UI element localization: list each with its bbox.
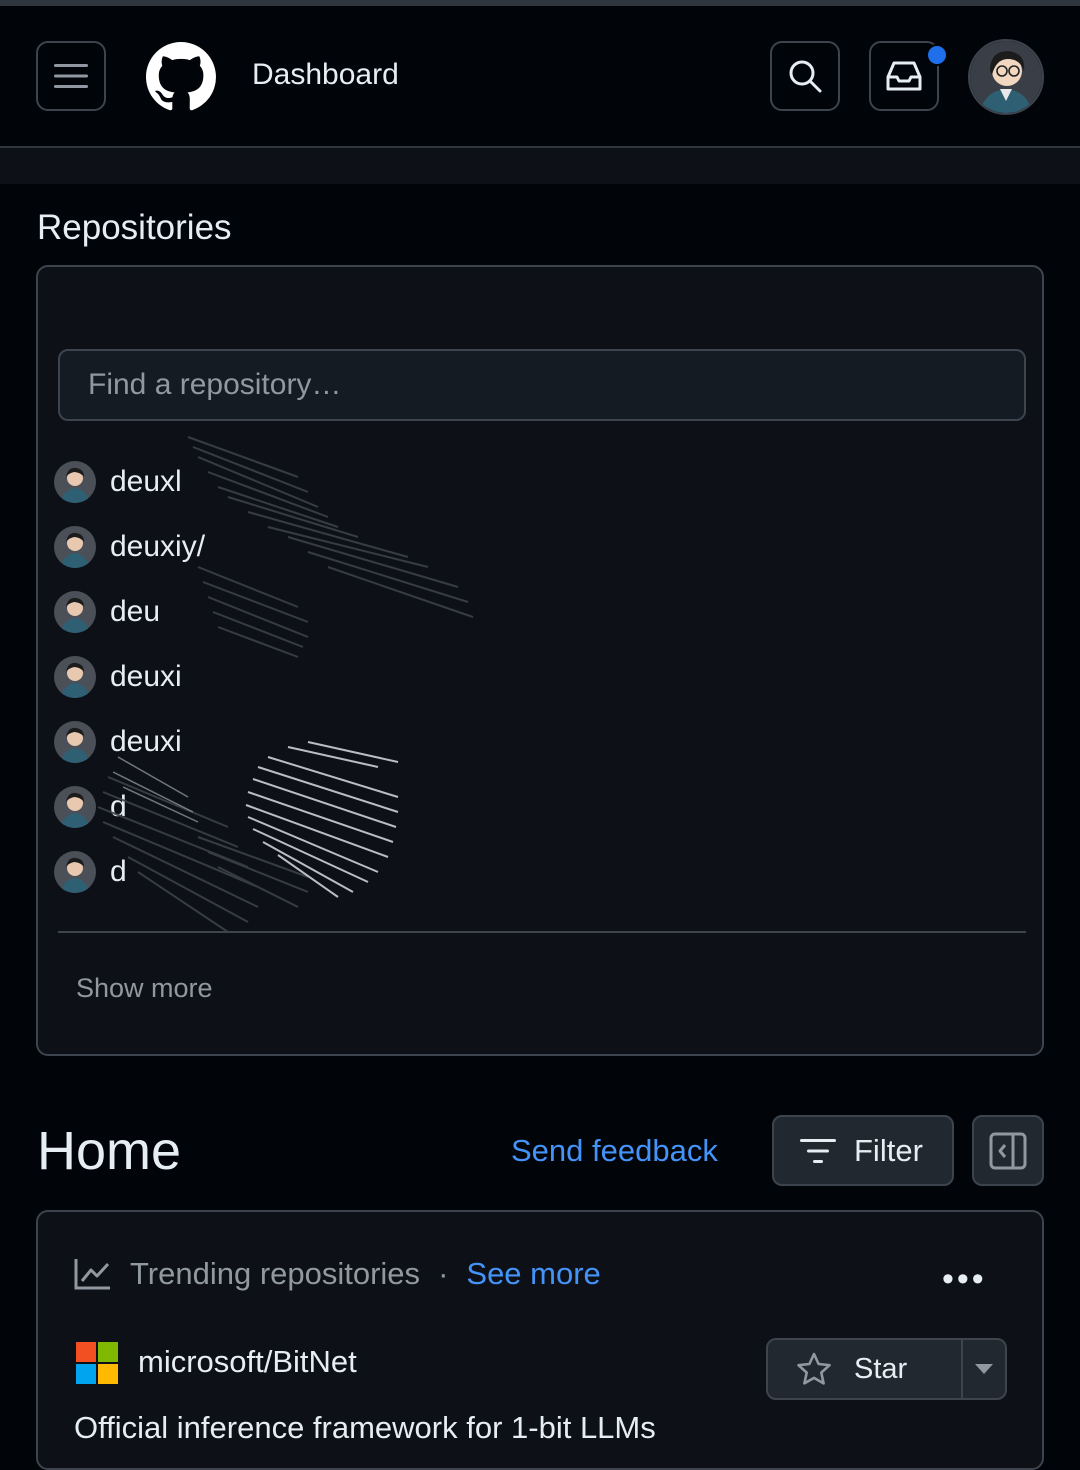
repositories-heading: Repositories [37,208,232,247]
repository-item[interactable]: deuxi [54,652,182,702]
trending-label: Trending repositories [130,1256,421,1291]
inbox-icon [886,61,922,91]
more-options-icon[interactable]: ••• [942,1260,987,1299]
repo-owner-avatar [54,656,96,698]
filter-label: Filter [854,1132,923,1168]
repository-name: deuxiy/ [110,530,206,563]
star-icon [797,1352,831,1385]
repository-item[interactable]: deuxi [54,717,182,767]
toggle-sidebar-button[interactable] [972,1115,1044,1186]
see-more-link[interactable]: See more [466,1256,600,1292]
notification-indicator [926,44,948,66]
repositories-card: deuxl deuxiy/ deu deuxi deuxi d d [36,265,1044,1056]
repository-item[interactable]: deuxl [54,457,182,507]
user-avatar[interactable] [968,39,1044,115]
graph-icon [74,1259,110,1290]
search-button[interactable] [770,41,840,111]
repository-name: deuxi [110,725,182,758]
page-title: Dashboard [252,58,399,91]
trending-header: Trending repositories · See more [74,1256,601,1292]
separator-dot: · [438,1256,449,1291]
home-heading: Home [37,1121,182,1181]
search-icon [789,60,822,93]
repository-item[interactable]: d [54,782,127,832]
repository-item[interactable]: deuxiy/ [54,522,205,572]
star-dropdown-button[interactable] [963,1340,1005,1398]
trending-repo-name[interactable]: microsoft/BitNet [138,1344,357,1380]
repository-name: deu [110,595,161,628]
trending-repo-description: Official inference framework for 1-bit L… [74,1410,656,1445]
hamburger-icon [54,64,88,88]
github-logo-icon[interactable] [146,42,216,112]
repository-item[interactable]: d [54,847,127,897]
menu-button[interactable] [36,41,106,111]
star-button-group: Star [766,1338,1007,1400]
avatar-illustration [970,41,1042,113]
star-label: Star [854,1352,908,1385]
star-button[interactable]: Star [768,1340,963,1398]
find-repository-input[interactable] [58,349,1026,421]
repo-owner-avatar [54,851,96,893]
repo-owner-avatar [54,461,96,503]
show-more-link[interactable]: Show more [76,973,213,1004]
repo-owner-avatar [54,591,96,633]
repo-owner-avatar [54,526,96,568]
send-feedback-link[interactable]: Send feedback [511,1133,718,1169]
repository-name: deuxl [110,465,182,498]
trending-card: Trending repositories · See more ••• mic… [36,1210,1044,1470]
sidebar-collapse-icon [989,1132,1027,1169]
repository-name: deuxi [110,660,182,693]
repository-name: d [110,790,127,823]
app-header: Dashboard [0,6,1080,148]
repository-item[interactable]: deu [54,587,160,637]
repo-owner-avatar [54,721,96,763]
subheader-bar [0,148,1080,184]
caret-down-icon [975,1364,993,1374]
filter-icon [800,1138,836,1163]
repo-owner-avatar [54,786,96,828]
microsoft-logo-icon [76,1342,118,1384]
repository-name: d [110,855,127,888]
filter-button[interactable]: Filter [772,1115,954,1186]
list-divider [58,931,1026,933]
